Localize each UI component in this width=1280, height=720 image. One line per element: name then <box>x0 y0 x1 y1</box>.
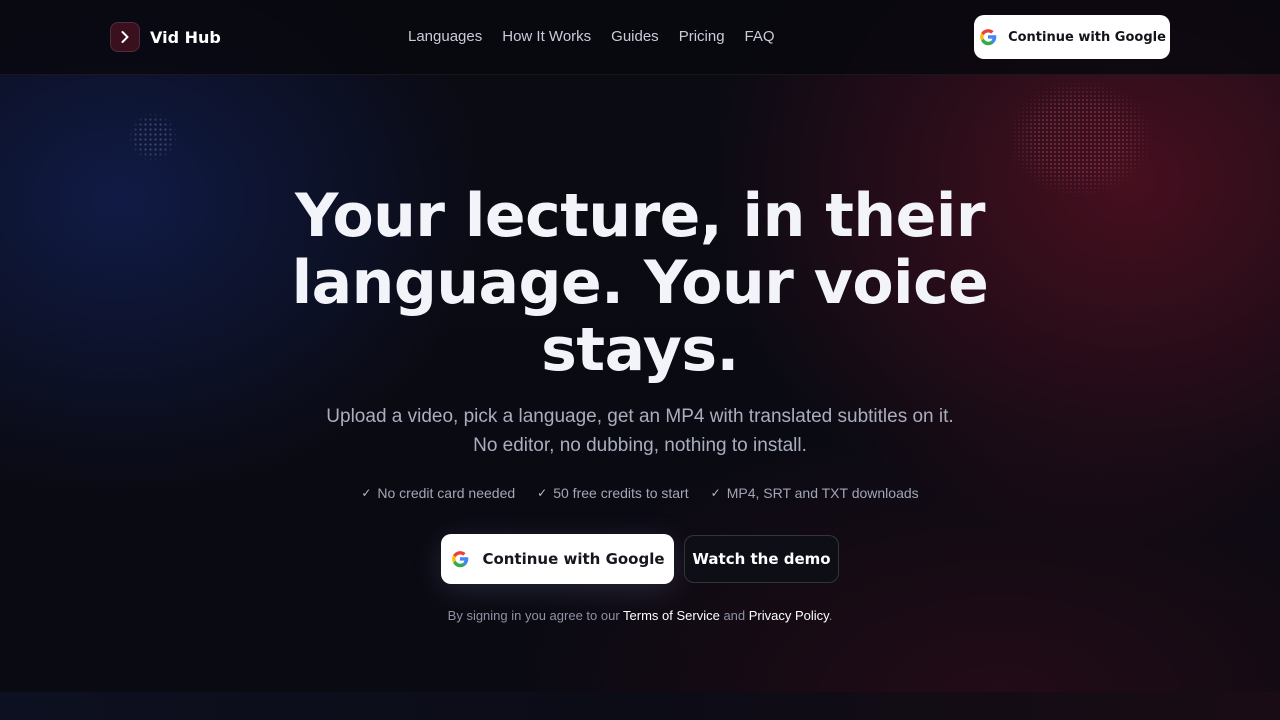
check-icon: ✓ <box>537 486 548 500</box>
hero-primary-cta-label: Continue with Google <box>482 550 665 568</box>
next-section-edge <box>0 692 1280 720</box>
nav-link-languages[interactable]: Languages <box>408 27 482 47</box>
header-google-signin-button[interactable]: Continue with Google <box>974 15 1170 59</box>
top-navbar: Vid Hub Languages How It Works Guides Pr… <box>0 0 1280 75</box>
watch-demo-button[interactable]: Watch the demo <box>684 535 839 583</box>
hero-cta-group: Continue with Google Watch the demo <box>0 534 1280 584</box>
privacy-policy-link[interactable]: Privacy Policy <box>749 608 829 623</box>
check-icon: ✓ <box>710 486 721 500</box>
feature-item: ✓ 50 free credits to start <box>537 485 688 501</box>
feature-label: 50 free credits to start <box>553 485 689 501</box>
nav-link-guides[interactable]: Guides <box>611 27 659 47</box>
feature-label: MP4, SRT and TXT downloads <box>726 485 919 501</box>
nav-link-faq[interactable]: FAQ <box>745 27 775 47</box>
legal-prefix: By signing in you agree to our <box>447 608 624 623</box>
hero-title: Your lecture, in their language. Your vo… <box>291 181 989 385</box>
legal-notice: By signing in you agree to our Terms of … <box>0 608 1280 623</box>
feature-list: ✓ No credit card needed ✓ 50 free credit… <box>0 485 1280 501</box>
chevron-right-icon <box>110 22 140 52</box>
hero-google-signin-button[interactable]: Continue with Google <box>441 534 674 584</box>
hero-subtitle-line-2: No editor, no dubbing, nothing to instal… <box>473 435 807 456</box>
feature-item: ✓ No credit card needed <box>361 485 515 501</box>
brand-home-link[interactable]: Vid Hub <box>110 22 221 52</box>
google-icon <box>980 29 997 46</box>
google-icon <box>452 551 469 568</box>
hero-subtitle-line-1: Upload a video, pick a language, get an … <box>326 406 954 427</box>
watch-demo-label: Watch the demo <box>692 550 831 568</box>
nav-link-how-it-works[interactable]: How It Works <box>502 27 591 47</box>
terms-of-service-link[interactable]: Terms of Service <box>623 608 720 623</box>
feature-item: ✓ MP4, SRT and TXT downloads <box>711 485 919 501</box>
brand-name: Vid Hub <box>150 27 221 47</box>
header-cta-label: Continue with Google <box>1008 29 1166 45</box>
hero-subtitle: Upload a video, pick a language, get an … <box>300 402 980 460</box>
hero-section: Your lecture, in their language. Your vo… <box>0 75 1280 692</box>
feature-label: No credit card needed <box>377 485 516 501</box>
legal-suffix: . <box>828 608 833 623</box>
check-icon: ✓ <box>361 486 372 500</box>
nav-link-pricing[interactable]: Pricing <box>679 27 725 47</box>
legal-and: and <box>719 608 749 623</box>
main-nav: Languages How It Works Guides Pricing FA… <box>408 27 775 47</box>
